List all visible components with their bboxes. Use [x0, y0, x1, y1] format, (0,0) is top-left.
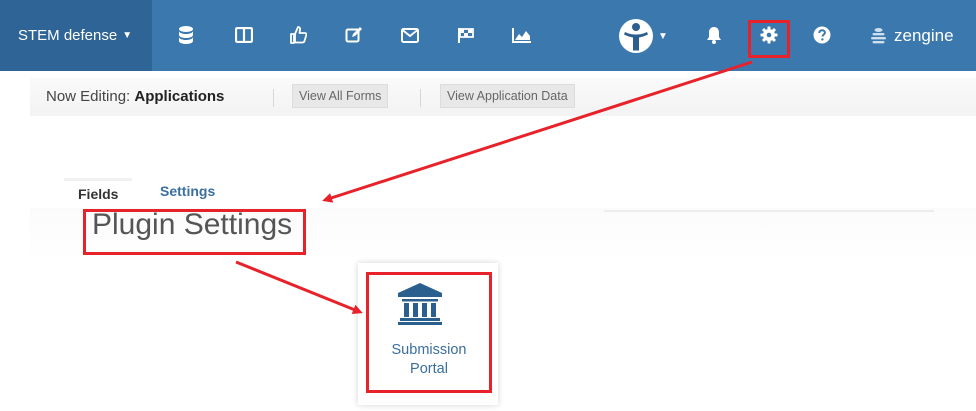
annotation-arrows [235, 60, 753, 315]
arrow-title-to-tile [235, 260, 363, 315]
arrow-gear-to-settings [322, 60, 753, 203]
